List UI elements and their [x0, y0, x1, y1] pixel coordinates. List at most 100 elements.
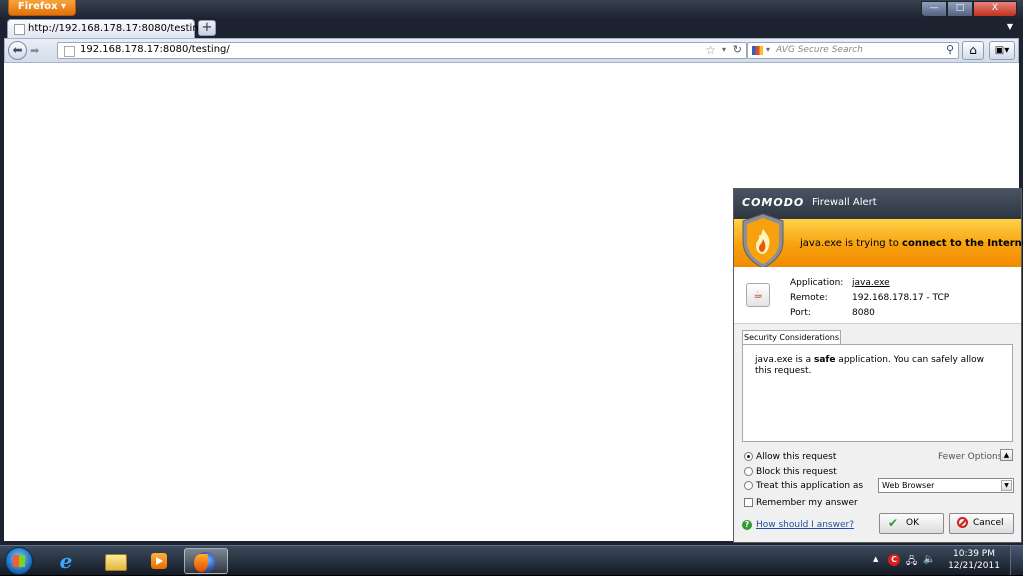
- remote-label: Remote:: [790, 293, 828, 303]
- windows-orb-icon: [13, 555, 25, 567]
- treat-application-option[interactable]: Treat this application as: [744, 481, 863, 491]
- home-icon: ⌂: [969, 43, 977, 57]
- show-desktop-button[interactable]: [1010, 546, 1023, 575]
- new-tab-button[interactable]: +: [198, 20, 216, 36]
- url-text: 192.168.178.17:8080/testing/: [80, 44, 230, 55]
- block-request-option[interactable]: Block this request: [744, 467, 837, 477]
- clock[interactable]: 10:39 PM 12/21/2011: [945, 548, 1003, 572]
- url-bar[interactable]: 192.168.178.17:8080/testing/ ☆ ▾ ↻: [57, 42, 747, 59]
- forward-arrow-icon: ➡: [30, 44, 40, 57]
- url-history-dropdown-icon[interactable]: ▾: [722, 45, 726, 54]
- cancel-button[interactable]: Cancel: [949, 513, 1014, 534]
- help-link[interactable]: ? How should I answer?: [742, 520, 854, 530]
- allow-radio[interactable]: [744, 452, 753, 461]
- title-bar: Firefox ▾ — □ X: [0, 0, 1023, 18]
- tab-title: http://192.168.178.17:8080/testing/: [28, 23, 209, 34]
- treat-as-select[interactable]: Web Browser ▼: [878, 478, 1014, 493]
- cancel-icon: [957, 517, 968, 528]
- site-identity-icon[interactable]: [64, 46, 75, 57]
- start-button[interactable]: [5, 547, 33, 575]
- play-icon: [156, 557, 163, 565]
- file-explorer-icon: [105, 554, 127, 571]
- remember-label: Remember my answer: [756, 498, 858, 508]
- comodo-shield-icon: [742, 213, 784, 269]
- comodo-tray-icon[interactable]: C: [888, 554, 900, 566]
- consideration-text: java.exe is a safe application. You can …: [755, 355, 995, 377]
- taskbar-file-explorer[interactable]: [95, 548, 135, 574]
- volume-icon[interactable]: 🔈: [923, 554, 935, 565]
- taskbar-media-player[interactable]: [139, 548, 179, 574]
- firefox-fox-icon: [194, 554, 208, 572]
- minimize-button[interactable]: —: [921, 1, 947, 17]
- treat-as-value: Web Browser: [882, 481, 935, 490]
- search-engine-dropdown-icon[interactable]: ▾: [766, 45, 770, 54]
- remote-value: 192.168.178.17 - TCP: [852, 293, 950, 303]
- page-favicon-icon: [14, 24, 25, 35]
- show-hidden-icons-icon[interactable]: ▲: [873, 555, 878, 563]
- tab-testing[interactable]: http://192.168.178.17:8080/testing/: [7, 19, 208, 38]
- search-bar[interactable]: ▾ AVG Secure Search ⚲: [747, 42, 959, 59]
- remember-checkbox[interactable]: [744, 498, 753, 507]
- application-label: Application:: [790, 278, 844, 288]
- chevron-down-icon[interactable]: ▼: [1001, 480, 1012, 491]
- remember-answer-option[interactable]: Remember my answer: [744, 498, 858, 508]
- firefox-menu-button[interactable]: Firefox ▾: [8, 0, 76, 16]
- forward-button[interactable]: ➡: [30, 44, 48, 58]
- application-value[interactable]: java.exe: [852, 278, 890, 288]
- avg-logo-icon[interactable]: [752, 46, 763, 55]
- clock-time: 10:39 PM: [953, 549, 995, 559]
- banner-message: java.exe is trying to connect to the Int…: [800, 238, 1023, 249]
- maximize-button[interactable]: □: [947, 1, 973, 17]
- back-button[interactable]: ⬅: [8, 41, 27, 60]
- collapse-up-icon: ▲: [1003, 451, 1010, 459]
- back-forward-group: ⬅ ➡: [8, 41, 52, 60]
- fewer-options-button[interactable]: ▲: [1000, 449, 1013, 461]
- security-considerations-panel: java.exe is a safe application. You can …: [742, 344, 1013, 442]
- treat-radio[interactable]: [744, 481, 753, 490]
- tools-icon: ▣▾: [994, 45, 1010, 56]
- consideration-emphasis: safe: [813, 355, 836, 365]
- taskbar-firefox[interactable]: [184, 548, 228, 574]
- block-label: Block this request: [756, 467, 837, 477]
- firewall-alert-dialog: COMODO Firewall Alert java.exe is trying…: [733, 188, 1023, 543]
- block-radio[interactable]: [744, 467, 753, 476]
- tools-menu-button[interactable]: ▣▾: [989, 41, 1015, 60]
- java-icon: ☕: [746, 283, 770, 307]
- list-all-tabs-icon[interactable]: ▼: [1007, 22, 1013, 31]
- tab-security-considerations[interactable]: Security Considerations: [742, 330, 841, 345]
- firefox-menu-label: Firefox: [17, 1, 58, 12]
- window-controls: — □ X: [921, 1, 1017, 17]
- fewer-options-label[interactable]: Fewer Options: [938, 452, 1002, 462]
- navigation-toolbar: ⬅ ➡ 192.168.178.17:8080/testing/ ☆ ▾ ↻ ▾…: [4, 38, 1019, 63]
- taskbar: e ▲ C 🖧 🔈 10:39 PM 12/21/2011: [0, 545, 1023, 575]
- treat-label: Treat this application as: [756, 481, 864, 491]
- alert-title: Firewall Alert: [812, 197, 877, 208]
- allow-request-option[interactable]: Allow this request: [744, 452, 836, 462]
- allow-label: Allow this request: [756, 452, 837, 462]
- port-value: 8080: [852, 308, 875, 318]
- bookmark-star-icon[interactable]: ☆: [705, 43, 716, 57]
- request-info: ☕ Application: java.exe Remote: 192.168.…: [734, 267, 1021, 324]
- banner-emphasis: connect to the Internet: [902, 238, 1023, 249]
- check-icon: ✔: [888, 516, 899, 530]
- cancel-label: Cancel: [973, 518, 1004, 528]
- tab-strip: http://192.168.178.17:8080/testing/ + ▼: [0, 18, 1023, 38]
- search-icon[interactable]: ⚲: [946, 43, 954, 56]
- clock-date: 12/21/2011: [948, 561, 1000, 571]
- close-button[interactable]: X: [973, 1, 1017, 17]
- comodo-brand: COMODO: [742, 196, 805, 209]
- alert-banner: java.exe is trying to connect to the Int…: [734, 213, 1023, 269]
- home-button[interactable]: ⌂: [962, 41, 984, 60]
- help-link-text: How should I answer?: [756, 520, 854, 530]
- consideration-prefix: java.exe is a: [755, 355, 814, 365]
- help-icon: ?: [742, 520, 752, 530]
- network-icon[interactable]: 🖧: [906, 554, 917, 571]
- reload-icon[interactable]: ↻: [733, 43, 742, 56]
- ok-button[interactable]: ✔ OK: [879, 513, 944, 534]
- banner-prefix: java.exe is trying to: [800, 238, 903, 249]
- internet-explorer-icon: e: [59, 549, 73, 573]
- taskbar-internet-explorer[interactable]: e: [46, 548, 86, 574]
- back-arrow-icon: ⬅: [12, 43, 23, 57]
- port-label: Port:: [790, 308, 811, 318]
- ok-label: OK: [906, 518, 919, 528]
